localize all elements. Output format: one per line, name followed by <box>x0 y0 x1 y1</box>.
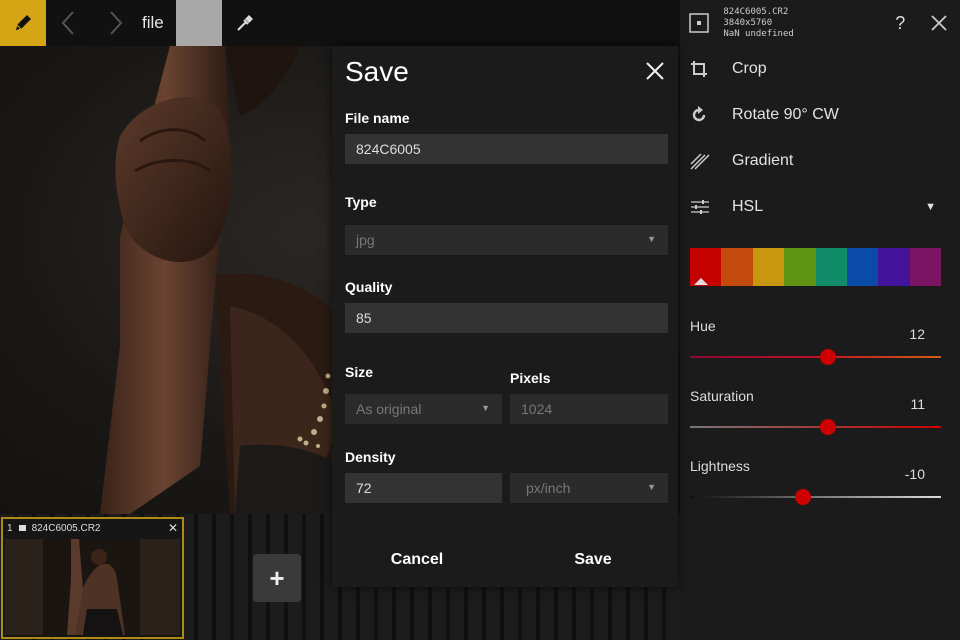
file-name-label: File name <box>345 110 410 126</box>
close-icon <box>931 15 948 31</box>
density-unit-select[interactable]: px/inch ▼ <box>510 473 668 503</box>
pencil-tool-button[interactable] <box>0 0 46 46</box>
saturation-value: 11 <box>910 396 925 412</box>
hsl-expand-icon[interactable]: ▼ <box>925 201 936 213</box>
hsl-color-selector <box>690 248 941 286</box>
thumbnail-index: 1 <box>7 522 13 534</box>
pixels-label: Pixels <box>510 370 551 386</box>
file-info-size: NaN undefined <box>723 28 794 39</box>
saturation-knob[interactable] <box>820 419 837 435</box>
pencil-icon <box>14 15 31 32</box>
lightness-label: Lightness <box>690 458 750 474</box>
adjustments-panel: 824C6005.CR2 3840x5760 NaN undefined ? C… <box>680 0 960 640</box>
rotate-icon <box>690 106 732 124</box>
lightness-knob[interactable] <box>794 489 811 505</box>
file-info-name: 824C6005.CR2 <box>723 6 789 17</box>
thumbnail-header: 1 824C6005.CR2 ✕ <box>3 519 182 537</box>
hue-value: 12 <box>909 326 925 342</box>
hsl-color-1[interactable] <box>721 248 753 286</box>
density-unit-dropdown-icon: ▼ <box>647 482 656 492</box>
thumbnail-name: 824C6005.CR2 <box>31 522 101 534</box>
hsl-tool[interactable]: HSL ▼ <box>680 184 960 230</box>
hue-label: Hue <box>690 318 716 334</box>
fit-view-icon <box>688 13 709 33</box>
close-thumbnail-icon[interactable]: ✕ <box>168 521 178 535</box>
gradient-icon <box>690 152 732 170</box>
cancel-button[interactable]: Cancel <box>332 540 502 580</box>
close-panel-button[interactable] <box>919 14 960 32</box>
crop-tool[interactable]: Crop <box>680 46 960 92</box>
help-button[interactable]: ? <box>882 13 919 34</box>
type-dropdown-icon: ▼ <box>647 234 656 244</box>
main-toolbar: file <box>0 0 680 46</box>
rotate-tool[interactable]: Rotate 90° CW <box>680 92 960 138</box>
hue-knob[interactable] <box>820 349 837 365</box>
eyedropper-icon <box>237 15 253 31</box>
image-file-icon <box>18 525 26 531</box>
save-button[interactable]: Save <box>508 540 678 580</box>
file-menu[interactable]: file <box>138 0 176 46</box>
file-info-dimensions: 3840x5760 <box>723 17 773 28</box>
forward-icon <box>110 11 123 35</box>
hsl-color-2[interactable] <box>752 248 785 286</box>
density-unit-value: px/inch <box>526 480 571 496</box>
fit-view-button[interactable] <box>680 13 717 33</box>
size-dropdown-icon: ▼ <box>481 403 490 413</box>
back-icon <box>61 11 74 35</box>
hsl-color-3[interactable] <box>784 248 816 286</box>
thumbnail-image <box>5 539 180 635</box>
forward-button[interactable] <box>92 0 138 46</box>
quality-label: Quality <box>345 279 393 295</box>
saturation-track[interactable] <box>690 426 941 428</box>
file-info: 824C6005.CR2 3840x5760 NaN undefined <box>723 7 863 40</box>
panel-header: 824C6005.CR2 3840x5760 NaN undefined ? <box>680 0 960 46</box>
add-image-button[interactable]: + <box>253 554 301 602</box>
type-select[interactable]: jpg ▼ <box>345 225 668 255</box>
sliders-icon <box>690 199 732 215</box>
thumbnail-card[interactable]: 1 824C6005.CR2 ✕ <box>1 517 184 639</box>
hsl-label: HSL <box>732 198 764 215</box>
gradient-label: Gradient <box>732 152 794 169</box>
lightness-value: -10 <box>904 466 925 482</box>
rotate-label: Rotate 90° CW <box>732 106 839 123</box>
size-select[interactable]: As original ▼ <box>345 394 502 424</box>
hsl-color-7[interactable] <box>909 248 941 286</box>
density-label: Density <box>345 449 396 465</box>
hsl-color-6[interactable] <box>878 248 910 286</box>
hsl-color-4[interactable] <box>815 248 847 286</box>
close-icon <box>646 62 664 80</box>
size-label: Size <box>345 364 374 380</box>
eyedropper-button[interactable] <box>222 0 268 46</box>
crop-label: Crop <box>732 60 767 77</box>
pixels-input[interactable]: 1024 <box>510 394 668 424</box>
quality-input[interactable]: 85 <box>345 303 668 333</box>
color-swatch[interactable] <box>175 0 222 46</box>
density-input[interactable]: 72 <box>345 473 502 503</box>
hue-track[interactable] <box>690 356 941 358</box>
dialog-title: Save <box>345 56 409 87</box>
save-dialog: Save File name 824C6005 Type jpg ▼ Quali… <box>332 46 678 587</box>
crop-icon <box>690 60 732 78</box>
size-value: As original <box>356 401 422 417</box>
type-value: jpg <box>356 232 375 248</box>
close-dialog-button[interactable] <box>644 60 666 82</box>
file-name-input[interactable]: 824C6005 <box>345 134 668 164</box>
type-label: Type <box>345 194 377 210</box>
gradient-tool[interactable]: Gradient <box>680 138 960 184</box>
selected-color-marker-icon <box>694 278 708 285</box>
saturation-label: Saturation <box>690 388 754 404</box>
hsl-color-5[interactable] <box>846 248 879 286</box>
back-button[interactable] <box>46 0 92 46</box>
lightness-track[interactable] <box>690 496 941 498</box>
